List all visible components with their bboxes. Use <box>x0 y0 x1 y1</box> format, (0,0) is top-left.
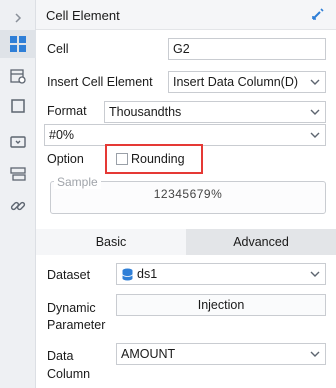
widget-icon <box>10 136 26 148</box>
format-type-value: Thousandths <box>109 105 182 119</box>
cell-input-value: G2 <box>173 42 190 56</box>
format-pattern-value: #0% <box>49 128 75 142</box>
insert-cell-element-label: Insert Cell Element <box>47 75 153 89</box>
dataset-label: Dataset <box>47 268 91 282</box>
sample-value: 12345679% <box>153 187 223 201</box>
tab-advanced[interactable]: Advanced <box>186 229 336 255</box>
rounding-label[interactable]: Rounding <box>131 152 185 167</box>
format-label: Format <box>47 104 87 118</box>
basic-advanced-tabs: Basic Advanced <box>36 229 336 255</box>
chevron-right-icon <box>15 13 22 23</box>
database-icon <box>122 268 133 281</box>
chevron-down-icon[interactable] <box>305 264 325 284</box>
condition-stack-icon <box>10 167 26 181</box>
insert-cell-element-value: Insert Data Column(D) <box>173 75 299 89</box>
grid-icon <box>10 36 26 52</box>
data-column-label-line2: Column <box>47 367 91 381</box>
dynamic-parameter-label-line1: Dynamic <box>47 301 96 315</box>
data-column-value: AMOUNT <box>121 347 176 361</box>
format-pattern-select[interactable]: #0% <box>44 124 326 146</box>
dataset-value: ds1 <box>137 267 158 281</box>
panel-title: Cell Element <box>46 8 120 23</box>
hyperlink-tab-button[interactable] <box>0 192 36 220</box>
attributes-icon <box>10 69 26 84</box>
rounding-checkbox[interactable] <box>116 153 128 165</box>
format-type-select[interactable]: Thousandths <box>104 101 326 123</box>
data-column-label-line1: Data <box>47 349 74 363</box>
chevron-down-icon[interactable] <box>305 125 325 145</box>
dynamic-parameter-label-line2: Parameter <box>47 318 106 332</box>
panel-header: Cell Element <box>36 0 336 30</box>
pencil-icon[interactable] <box>311 8 324 21</box>
dataset-select[interactable]: ds1 <box>116 263 326 285</box>
chevron-down-icon[interactable] <box>305 72 325 92</box>
injection-button[interactable]: Injection <box>116 294 326 316</box>
cell-attributes-tab-button[interactable] <box>0 62 36 90</box>
insert-cell-element-select[interactable]: Insert Data Column(D) <box>168 71 326 93</box>
chevron-down-icon[interactable] <box>305 102 325 122</box>
cell-label: Cell <box>47 42 69 56</box>
link-icon <box>10 201 26 211</box>
cell-element-tab-button[interactable] <box>0 30 36 58</box>
option-label: Option <box>47 152 84 166</box>
expand-panel-button[interactable] <box>0 4 36 32</box>
widget-tab-button[interactable] <box>0 128 36 156</box>
chevron-down-icon[interactable] <box>305 344 325 364</box>
data-column-select[interactable]: AMOUNT <box>116 343 326 365</box>
cell-input[interactable]: G2 <box>168 38 326 60</box>
condition-attribute-tab-button[interactable] <box>0 160 36 188</box>
injection-button-label: Injection <box>197 298 245 312</box>
tab-basic[interactable]: Basic <box>36 229 186 255</box>
square-border-icon <box>11 99 25 113</box>
left-icon-rail <box>0 0 36 388</box>
cell-element-panel: Cell Element Cell G2 Insert Cell Element… <box>36 0 336 388</box>
border-style-tab-button[interactable] <box>0 92 36 120</box>
